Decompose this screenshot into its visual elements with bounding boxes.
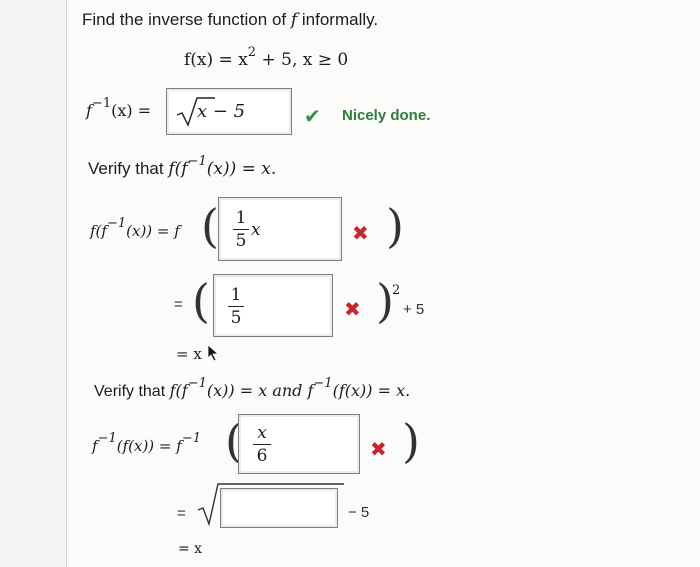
inverse-answer-field[interactable]: x − 5	[166, 88, 292, 135]
verify1-row1-label: f(f−1(x)) = f	[90, 216, 180, 240]
x-mark-icon: ✖	[370, 437, 387, 461]
verify1-row3: = x	[176, 345, 202, 363]
x-mark-icon: ✖	[344, 297, 361, 321]
verify2-row1-field[interactable]: x 6	[238, 414, 360, 474]
verify2-row2-field[interactable]	[220, 488, 338, 528]
right-paren: )	[386, 199, 404, 253]
verify1-row2-exponent: 2	[392, 283, 401, 298]
left-paren: (	[192, 274, 210, 328]
inverse-answer-value: x − 5	[197, 101, 246, 122]
verify2-row2-tail: − 5	[348, 504, 370, 521]
x-mark-icon: ✖	[352, 221, 369, 245]
verify2-row2-equals: =	[177, 505, 186, 522]
inverse-label: f−1(x) =	[86, 96, 152, 120]
check-icon: ✔	[304, 104, 321, 128]
verify2-row1-fraction: x 6	[253, 423, 271, 466]
feedback-correct: Nicely done.	[342, 107, 431, 124]
verify1-row1-field[interactable]: 1 5 x	[218, 197, 342, 261]
verify1-row2-field[interactable]: 1 5	[213, 274, 333, 337]
verify1-row2-equals: =	[174, 296, 183, 313]
left-paren: (	[201, 199, 219, 253]
verify1-row2-tail: + 5	[403, 301, 425, 318]
verify1-row1-fraction: 1 5	[233, 208, 249, 251]
prompt-text: Find the inverse function of f informall…	[82, 10, 379, 30]
function-definition: f(x) = x2 + 5, x ≥ 0	[184, 45, 349, 70]
mouse-pointer-icon	[207, 344, 220, 362]
verify2-heading: Verify that f(f−1(x)) = x and f−1(f(x)) …	[94, 376, 411, 400]
right-paren: )	[402, 414, 420, 468]
verify1-row2-fraction: 1 5	[228, 285, 244, 328]
verify1-heading: Verify that f(f−1(x)) = x.	[88, 154, 277, 179]
verify2-row3: = x	[178, 541, 203, 557]
verify2-row1-label: f−1(f(x)) = f−1	[92, 431, 201, 455]
